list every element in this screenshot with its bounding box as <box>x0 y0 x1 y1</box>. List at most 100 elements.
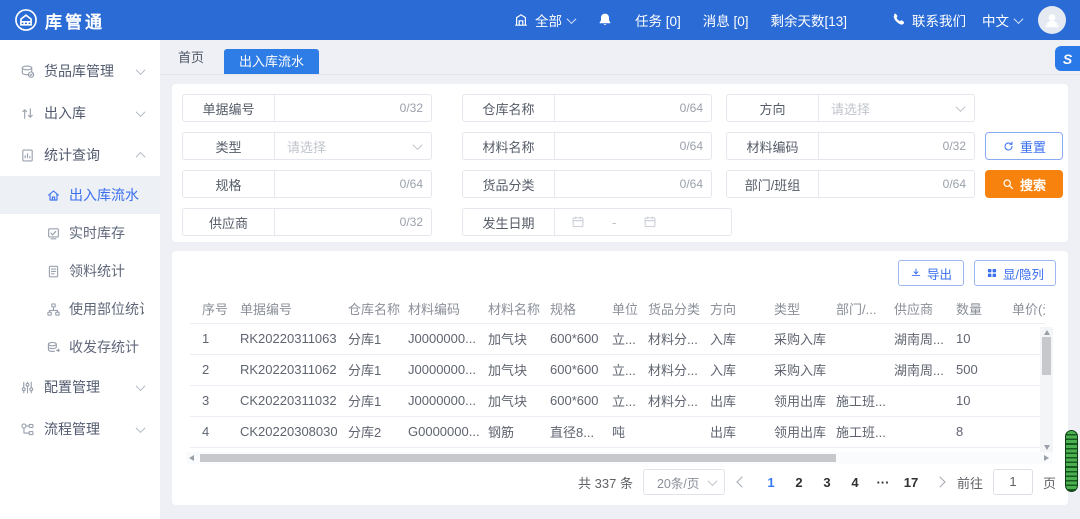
chevron-down-icon <box>1014 14 1024 24</box>
next-page-button[interactable] <box>933 478 947 486</box>
table-cell: 出库 <box>705 416 769 447</box>
contact-us-link[interactable]: 联系我们 <box>890 10 966 30</box>
type-select[interactable]: 请选择 <box>274 132 432 160</box>
table-row[interactable]: 4CK20220308030分库2G0000000...钢筋直径8...吨出库领… <box>190 416 1045 447</box>
table-cell: 600*600 <box>545 323 607 354</box>
scope-selector[interactable]: 全部 <box>513 10 575 30</box>
supplier-label: 供应商 <box>182 208 275 236</box>
scroll-down-arrow[interactable] <box>1044 445 1050 450</box>
column-header: 材料编码 <box>403 295 483 323</box>
tab-inout-flow[interactable]: 出入库流水 <box>224 49 319 74</box>
tab-bar: 首页 出入库流水 <box>160 40 1080 75</box>
page-button-4[interactable]: 4 <box>843 475 867 490</box>
chevron-down-icon <box>956 102 966 112</box>
table-row[interactable]: 2RK20220311062分库1J0000000...加气块600*600立.… <box>190 354 1045 385</box>
floating-widget-green[interactable] <box>1065 430 1078 492</box>
brand[interactable]: 库管通 <box>14 8 105 33</box>
material-code-label: 材料编码 <box>726 132 819 160</box>
material-name-label: 材料名称 <box>462 132 555 160</box>
table-row[interactable]: 3CK20220311032分库1J0000000...加气块600*600立.… <box>190 385 1045 416</box>
page-size-select[interactable]: 20条/页 <box>643 469 725 495</box>
filter-category: 货品分类 0/64 <box>462 170 712 198</box>
page-button-1[interactable]: 1 <box>759 475 783 490</box>
messages-link[interactable]: 消息 [0] <box>703 10 749 30</box>
sidebar-item-inout-flow[interactable]: 出入库流水 <box>0 176 160 214</box>
table-cell <box>831 323 889 354</box>
tab-home[interactable]: 首页 <box>172 47 210 74</box>
reset-button[interactable]: 重置 <box>985 132 1063 160</box>
in-out-icon <box>20 106 35 121</box>
vertical-scrollbar[interactable] <box>1040 327 1053 453</box>
department-input[interactable]: 0/64 <box>818 170 975 198</box>
goto-page-input[interactable]: 1 <box>993 469 1033 495</box>
chevron-down-icon <box>136 381 146 391</box>
filter-direction: 方向 请选择 <box>726 94 975 122</box>
prev-page-button[interactable] <box>735 478 749 486</box>
flow-house-icon <box>46 188 61 203</box>
column-header: 序号 <box>190 295 235 323</box>
material-code-input[interactable]: 0/32 <box>818 132 975 160</box>
filter-panel: 单据编号 0/32 仓库名称 0/64 方向 请选择 类型 请选 <box>172 84 1068 242</box>
table-cell: J0000000... <box>403 385 483 416</box>
days-left-badge: 剩余天数[13] <box>771 10 848 30</box>
sidebar-item-realtime-stock[interactable]: 实时库存 <box>0 214 160 252</box>
supplier-input[interactable]: 0/32 <box>274 208 432 236</box>
search-button[interactable]: 搜索 <box>985 170 1063 198</box>
tasks-link[interactable]: 任务 [0] <box>635 10 681 30</box>
page-button-3[interactable]: 3 <box>815 475 839 490</box>
page-button-17[interactable]: 17 <box>899 475 923 490</box>
char-counter: 0/32 <box>400 215 423 229</box>
sidebar-item-inout[interactable]: 出入库 <box>0 92 160 134</box>
filter-material-name: 材料名称 0/64 <box>462 132 712 160</box>
material-name-input[interactable]: 0/64 <box>554 132 712 160</box>
category-input[interactable]: 0/64 <box>554 170 712 198</box>
table-cell <box>889 416 951 447</box>
language-selector[interactable]: 中文 <box>982 10 1022 30</box>
char-counter: 0/32 <box>400 101 423 115</box>
table-row[interactable]: 1RK20220311063分库1J0000000...加气块600*600立.… <box>190 323 1045 354</box>
chevron-down-icon <box>136 65 146 75</box>
warehouse-input[interactable]: 0/64 <box>554 94 712 122</box>
avatar[interactable] <box>1038 6 1066 34</box>
toggle-columns-button[interactable]: 显/隐列 <box>974 260 1056 286</box>
sidebar-item-material-stats[interactable]: 领料统计 <box>0 252 160 290</box>
realtime-stock-icon <box>46 226 61 241</box>
spec-input[interactable]: 0/64 <box>274 170 432 198</box>
table-toolbar: 导出 显/隐列 <box>898 260 1056 286</box>
goods-store-icon <box>20 64 35 79</box>
horizontal-scroll-thumb[interactable] <box>200 454 836 462</box>
sidebar-item-stats[interactable]: 统计查询 <box>0 134 160 176</box>
chevron-down-icon <box>413 140 423 150</box>
date-range-input[interactable]: - <box>554 208 732 236</box>
table-cell: 立... <box>607 385 643 416</box>
page-button-2[interactable]: 2 <box>787 475 811 490</box>
export-button[interactable]: 导出 <box>898 260 964 286</box>
table-cell: CK20220311032 <box>235 385 343 416</box>
vertical-scroll-thumb[interactable] <box>1042 337 1051 375</box>
warehouse-label: 仓库名称 <box>462 94 555 122</box>
table-cell: 加气块 <box>483 323 545 354</box>
sidebar-item-goods[interactable]: 货品库管理 <box>0 50 160 92</box>
sidebar-item-usage-part-stats[interactable]: 使用部位统计 <box>0 290 160 328</box>
scroll-right-arrow[interactable] <box>1044 455 1049 461</box>
sidebar-item-send-receive-stats[interactable]: 收发存统计 <box>0 328 160 366</box>
doc-no-input[interactable]: 0/32 <box>274 94 432 122</box>
floating-widget-s[interactable]: S <box>1055 46 1080 71</box>
page-ellipsis[interactable]: ··· <box>871 475 895 490</box>
table-cell: 施工班... <box>831 416 889 447</box>
horizontal-scrollbar[interactable] <box>186 452 1052 464</box>
coins-icon <box>46 340 61 355</box>
bell-icon[interactable] <box>597 12 613 28</box>
grid-icon <box>986 267 998 279</box>
sidebar-item-config[interactable]: 配置管理 <box>0 366 160 408</box>
chevron-down-icon <box>708 476 718 486</box>
user-icon <box>1042 10 1062 30</box>
table-cell: 分库1 <box>343 323 403 354</box>
sidebar-item-process[interactable]: 流程管理 <box>0 408 160 450</box>
table-cell: 10 <box>951 323 1007 354</box>
direction-select[interactable]: 请选择 <box>818 94 975 122</box>
table-cell: 500 <box>951 354 1007 385</box>
table-cell: 领用出库 <box>769 385 831 416</box>
char-counter: 0/32 <box>943 139 966 153</box>
table-cell: 立... <box>607 354 643 385</box>
